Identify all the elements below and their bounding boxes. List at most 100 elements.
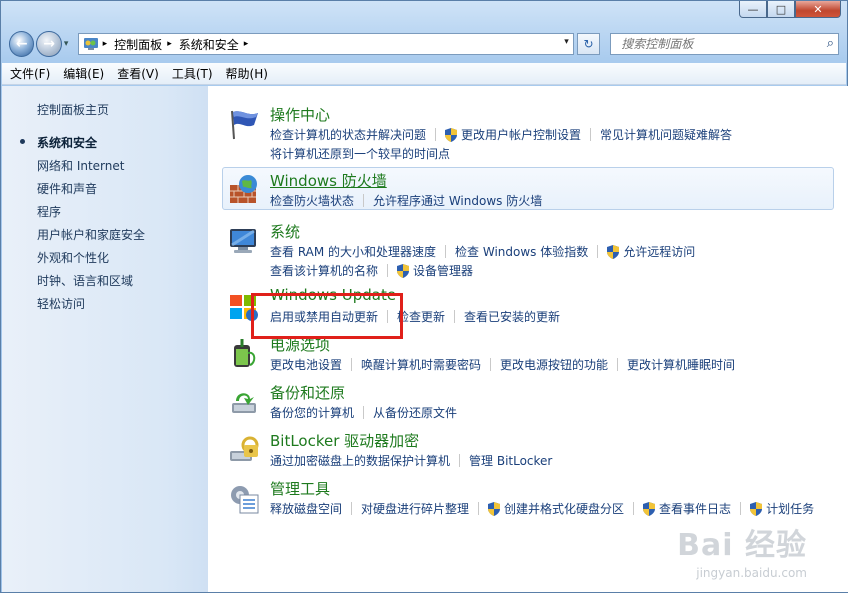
task-link[interactable]: 查看该计算机的名称 bbox=[270, 262, 378, 279]
category-title[interactable]: 备份和还原 bbox=[270, 382, 345, 403]
backup-restore-icon[interactable] bbox=[226, 385, 260, 419]
category-links-row: 将计算机还原到一个较早的时间点 bbox=[270, 145, 450, 162]
category-2: Windows 防火墙 检查防火墙状态 允许程序通过 Windows 防火墙 bbox=[222, 167, 834, 213]
back-button[interactable]: ← bbox=[9, 31, 35, 57]
task-link-label: 查看 RAM 的大小和处理器速度 bbox=[270, 245, 437, 259]
task-link[interactable]: 检查更新 bbox=[397, 308, 445, 325]
task-link[interactable]: 查看已安装的更新 bbox=[464, 308, 560, 325]
task-link-label: 允许程序通过 Windows 防火墙 bbox=[373, 194, 543, 208]
task-link[interactable]: 更改电池设置 bbox=[270, 356, 342, 373]
red-annotation-box bbox=[251, 293, 403, 339]
sidebar-item[interactable]: 外观和个性化 bbox=[37, 249, 145, 272]
maximize-button[interactable]: □ bbox=[767, 1, 795, 18]
admin-tools-icon[interactable] bbox=[226, 481, 260, 515]
task-link[interactable]: 释放磁盘空间 bbox=[270, 500, 342, 517]
category-6: 备份和还原 备份您的计算机 从备份还原文件 bbox=[222, 382, 834, 425]
uac-shield-icon bbox=[445, 127, 458, 142]
category-7: BitLocker 驱动器加密 通过加密磁盘上的数据保护计算机 管理 BitLock… bbox=[222, 430, 834, 473]
power-options-icon[interactable] bbox=[226, 337, 260, 371]
category-title[interactable]: 系统 bbox=[270, 221, 300, 242]
sidebar-item[interactable]: 用户帐户和家庭安全 bbox=[37, 226, 145, 249]
link-separator bbox=[435, 128, 437, 141]
task-link-label: 管理 BitLocker bbox=[469, 454, 553, 468]
search-box[interactable]: ⌕ bbox=[610, 33, 839, 55]
sidebar-item[interactable]: 网络和 Internet bbox=[37, 157, 145, 180]
link-separator bbox=[740, 502, 742, 515]
menu-item[interactable]: 文件(F) bbox=[10, 65, 50, 82]
link-separator bbox=[597, 245, 599, 258]
search-input[interactable] bbox=[619, 36, 814, 52]
task-link[interactable]: 对硬盘进行碎片整理 bbox=[361, 500, 469, 517]
breadcrumb-system-security[interactable]: 系统和安全 bbox=[179, 36, 239, 53]
sidebar-item[interactable]: 硬件和声音 bbox=[37, 180, 145, 203]
content-pane: 操作中心 检查计算机的状态并解决问题 更改用户帐户控制设置 常见计算机问题疑难解答将计… bbox=[208, 86, 848, 592]
link-separator bbox=[617, 358, 619, 371]
task-link[interactable]: 常见计算机问题疑难解答 bbox=[600, 126, 732, 143]
task-link-label: 释放磁盘空间 bbox=[270, 502, 343, 516]
breadcrumb-separator[interactable]: ▸ bbox=[244, 39, 249, 49]
menu-item[interactable]: 工具(T) bbox=[172, 65, 213, 82]
task-link[interactable]: 更改用户帐户控制设置 bbox=[445, 126, 581, 143]
category-title[interactable]: 操作中心 bbox=[270, 104, 330, 125]
task-link[interactable]: 备份您的计算机 bbox=[270, 404, 354, 421]
category-links-row: 释放磁盘空间 对硬盘进行碎片整理 创建并格式化硬盘分区 查看事件日志 计划任务 bbox=[270, 500, 814, 517]
task-link[interactable]: 允许程序通过 Windows 防火墙 bbox=[373, 192, 542, 209]
menu-item[interactable]: 编辑(E) bbox=[63, 65, 104, 82]
bitlocker-icon[interactable] bbox=[226, 433, 260, 467]
category-links-row: 查看 RAM 的大小和处理器速度 检查 Windows 体验指数 允许远程访问 bbox=[270, 243, 695, 260]
menu-item[interactable]: 帮助(H) bbox=[226, 65, 268, 82]
task-link[interactable]: 检查防火墙状态 bbox=[270, 192, 354, 209]
task-link[interactable]: 通过加密磁盘上的数据保护计算机 bbox=[270, 452, 450, 469]
task-link[interactable]: 检查 Windows 体验指数 bbox=[455, 243, 588, 260]
active-bullet-icon bbox=[20, 139, 25, 144]
task-link[interactable]: 检查计算机的状态并解决问题 bbox=[270, 126, 426, 143]
firewall-icon[interactable] bbox=[226, 173, 260, 207]
watermark-url: jingyan.baidu.com bbox=[696, 566, 807, 580]
task-link[interactable]: 允许远程访问 bbox=[607, 243, 695, 260]
address-dropdown-icon[interactable]: ▾ bbox=[564, 37, 569, 47]
task-link[interactable]: 查看 RAM 的大小和处理器速度 bbox=[270, 243, 436, 260]
task-link[interactable]: 创建并格式化硬盘分区 bbox=[488, 500, 624, 517]
sidebar-home-link[interactable]: 控制面板主页 bbox=[37, 101, 109, 118]
sidebar-item[interactable]: 程序 bbox=[37, 203, 145, 226]
forward-button[interactable]: → bbox=[36, 31, 62, 57]
category-title[interactable]: BitLocker 驱动器加密 bbox=[270, 430, 419, 451]
task-link[interactable]: 设备管理器 bbox=[397, 262, 473, 279]
refresh-button[interactable]: ↻ bbox=[576, 33, 601, 55]
task-link-label: 更改用户帐户控制设置 bbox=[461, 128, 582, 142]
category-title[interactable]: 管理工具 bbox=[270, 478, 330, 499]
link-separator bbox=[478, 502, 480, 515]
breadcrumb-root-separator[interactable]: ▸ bbox=[103, 39, 108, 49]
category-links-row: 更改电池设置 唤醒计算机时需要密码 更改电源按钮的功能 更改计算机睡眠时间 bbox=[270, 356, 735, 373]
search-icon[interactable]: ⌕ bbox=[827, 36, 834, 51]
breadcrumb-separator[interactable]: ▸ bbox=[167, 39, 172, 49]
recent-pages-dropdown-icon[interactable]: ▾ bbox=[64, 39, 74, 49]
menu-item[interactable]: 查看(V) bbox=[117, 65, 159, 82]
caption-buttons: — □ ✕ bbox=[739, 1, 841, 19]
task-link[interactable]: 查看事件日志 bbox=[643, 500, 731, 517]
sidebar-item[interactable]: 轻松访问 bbox=[37, 295, 145, 318]
category-title[interactable]: Windows 防火墙 bbox=[270, 170, 387, 191]
link-separator bbox=[445, 245, 447, 258]
control-panel-icon bbox=[83, 38, 98, 50]
category-8: 管理工具释放磁盘空间 对硬盘进行碎片整理 创建并格式化硬盘分区 查看事件日志 计划任务 bbox=[222, 478, 834, 521]
link-separator bbox=[363, 194, 365, 207]
action-center-flag-icon[interactable] bbox=[226, 107, 260, 141]
breadcrumb-control-panel[interactable]: 控制面板 bbox=[114, 36, 162, 53]
task-link[interactable]: 从备份还原文件 bbox=[373, 404, 457, 421]
task-link-label: 计划任务 bbox=[766, 502, 815, 516]
sidebar-item[interactable]: 系统和安全 bbox=[20, 134, 145, 157]
task-link[interactable]: 管理 BitLocker bbox=[469, 452, 552, 469]
sidebar-item[interactable]: 时钟、语言和区域 bbox=[37, 272, 145, 295]
category-links-row: 查看该计算机的名称 设备管理器 bbox=[270, 262, 473, 279]
address-bar[interactable]: ▸ 控制面板 ▸ 系统和安全 ▸ ▾ bbox=[77, 33, 574, 55]
task-link[interactable]: 将计算机还原到一个较早的时间点 bbox=[270, 145, 450, 162]
task-link[interactable]: 更改计算机睡眠时间 bbox=[627, 356, 735, 373]
task-link[interactable]: 更改电源按钮的功能 bbox=[500, 356, 608, 373]
system-computer-icon[interactable] bbox=[226, 224, 260, 258]
task-link[interactable]: 唤醒计算机时需要密码 bbox=[361, 356, 481, 373]
close-button[interactable]: ✕ bbox=[795, 1, 841, 18]
link-separator bbox=[459, 454, 461, 467]
minimize-button[interactable]: — bbox=[739, 1, 767, 18]
task-link[interactable]: 计划任务 bbox=[750, 500, 814, 517]
